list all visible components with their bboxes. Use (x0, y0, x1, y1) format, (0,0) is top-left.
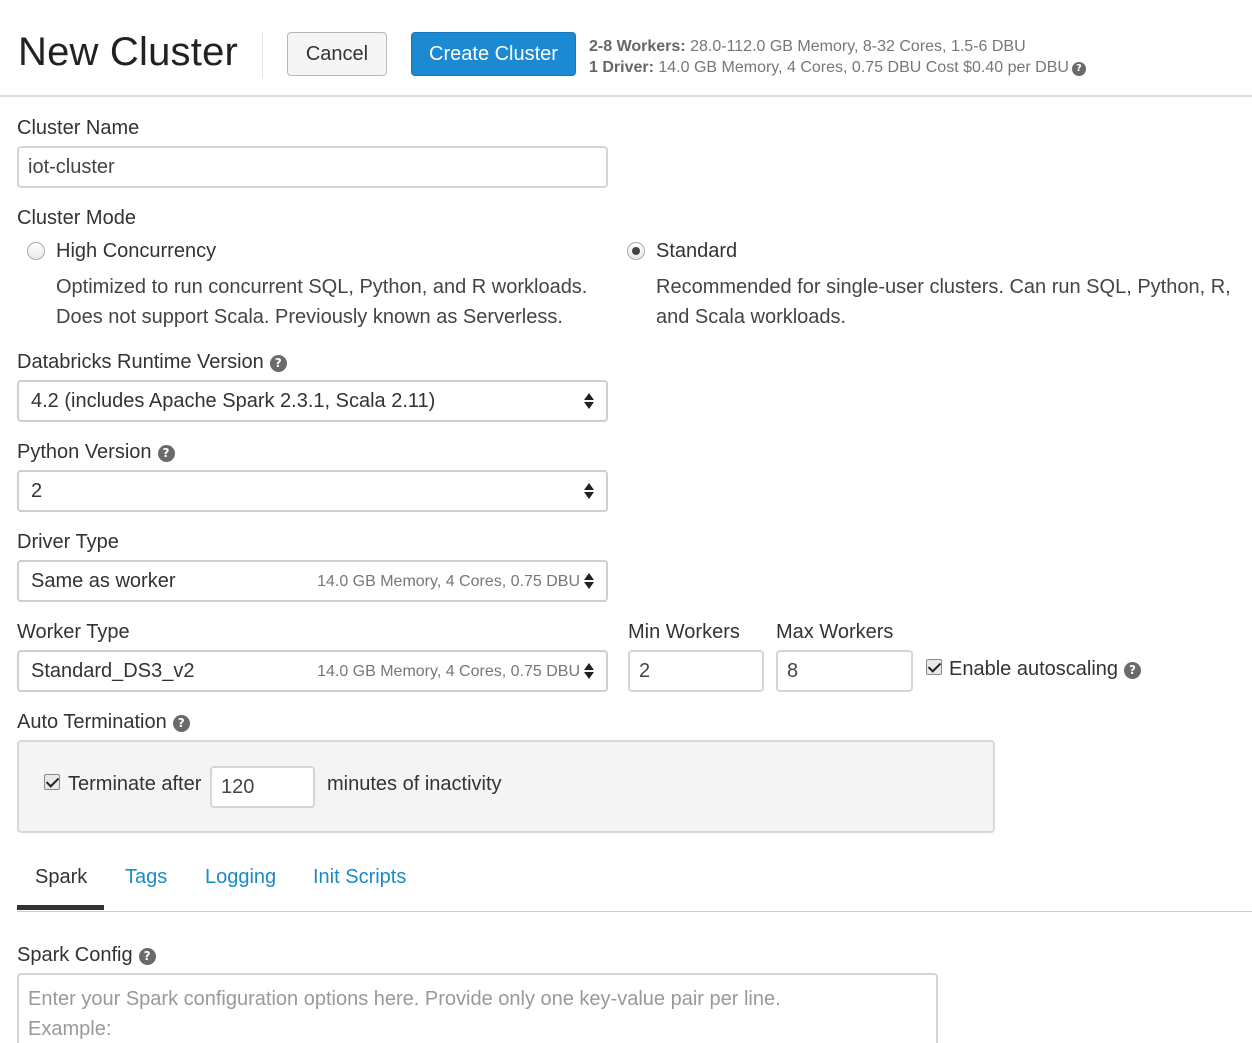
spark-config-placeholder-line1: Enter your Spark configuration options h… (28, 988, 781, 1010)
question-circle-icon[interactable]: ? (157, 445, 175, 462)
question-circle-icon[interactable]: ? (1124, 662, 1142, 679)
runtime-version-label-text: Databricks Runtime Version (17, 351, 264, 373)
spark-config-label: Spark Config? (17, 944, 156, 967)
workers-summary: 2-8 Workers: 28.0-112.0 GB Memory, 8-32 … (589, 36, 1086, 57)
minutes-of-inactivity-label: minutes of inactivity (327, 773, 502, 795)
enable-autoscaling-label-text[interactable]: Enable autoscaling (949, 658, 1118, 680)
page-header: New Cluster Cancel Create Cluster 2-8 Wo… (0, 0, 1252, 97)
driver-type-value: Same as worker (31, 569, 176, 592)
driver-summary-value: 14.0 GB Memory, 4 Cores, 0.75 DBU Cost $… (658, 59, 1069, 76)
tab-spark[interactable]: Spark (35, 866, 87, 889)
driver-summary: 1 Driver: 14.0 GB Memory, 4 Cores, 0.75 … (589, 57, 1086, 78)
high-concurrency-desc-line1: Optimized to run concurrent SQL, Python,… (56, 276, 588, 298)
spark-config-textarea[interactable]: Enter your Spark configuration options h… (17, 973, 938, 1043)
driver-summary-label: 1 Driver: (589, 59, 654, 76)
max-workers-input[interactable]: 8 (776, 650, 913, 692)
python-version-label-text: Python Version (17, 441, 152, 463)
cluster-name-input[interactable]: iot-cluster (17, 146, 608, 188)
driver-type-select[interactable]: Same as worker 14.0 GB Memory, 4 Cores, … (17, 560, 608, 602)
high-concurrency-desc-line2: Does not support Scala. Previously known… (56, 306, 563, 328)
page-title: New Cluster (18, 30, 239, 74)
tab-tags[interactable]: Tags (125, 866, 167, 889)
max-workers-label: Max Workers (776, 621, 894, 643)
min-workers-input[interactable]: 2 (628, 650, 764, 692)
standard-label[interactable]: Standard (656, 240, 737, 263)
runtime-version-value: 4.2 (includes Apache Spark 2.3.1, Scala … (31, 389, 436, 412)
question-circle-icon[interactable]: ? (1071, 62, 1086, 76)
python-version-select[interactable]: 2 (17, 470, 608, 512)
terminate-after-checkbox[interactable] (44, 774, 60, 790)
runtime-version-label: Databricks Runtime Version? (17, 351, 287, 374)
question-circle-icon[interactable]: ? (269, 355, 287, 372)
high-concurrency-label[interactable]: High Concurrency (56, 240, 216, 263)
high-concurrency-description: Optimized to run concurrent SQL, Python,… (56, 272, 587, 332)
enable-autoscaling-label: Enable autoscaling? (949, 658, 1142, 681)
worker-type-select[interactable]: Standard_DS3_v2 14.0 GB Memory, 4 Cores,… (17, 650, 608, 692)
worker-type-value: Standard_DS3_v2 (31, 659, 195, 682)
sort-arrows-icon (584, 571, 594, 591)
header-divider (262, 32, 263, 78)
sort-arrows-icon (584, 391, 594, 411)
worker-type-specs: 14.0 GB Memory, 4 Cores, 0.75 DBU (317, 663, 580, 680)
tab-init-scripts[interactable]: Init Scripts (313, 866, 406, 889)
spark-config-label-text: Spark Config (17, 944, 133, 966)
min-workers-label: Min Workers (628, 621, 740, 643)
tab-logging[interactable]: Logging (205, 866, 276, 889)
terminate-after-label[interactable]: Terminate after (68, 773, 201, 796)
runtime-version-select[interactable]: 4.2 (includes Apache Spark 2.3.1, Scala … (17, 380, 608, 422)
cluster-mode-label: Cluster Mode (17, 207, 136, 229)
worker-type-label: Worker Type (17, 621, 130, 643)
sort-arrows-icon (584, 481, 594, 501)
enable-autoscaling-checkbox[interactable] (926, 659, 942, 675)
cancel-button[interactable]: Cancel (287, 32, 387, 76)
cluster-name-label: Cluster Name (17, 117, 140, 139)
python-version-label: Python Version? (17, 441, 175, 464)
workers-summary-label: 2-8 Workers: (589, 38, 686, 55)
question-circle-icon[interactable]: ? (138, 948, 156, 965)
question-circle-icon[interactable]: ? (172, 715, 190, 732)
standard-desc-line1: Recommended for single-user clusters. Ca… (656, 276, 1231, 298)
workers-summary-value: 28.0-112.0 GB Memory, 8-32 Cores, 1.5-6 … (690, 38, 1026, 55)
terminate-minutes-input[interactable]: 120 (210, 766, 315, 808)
driver-type-label: Driver Type (17, 531, 119, 553)
standard-desc-line2: and Scala workloads. (656, 306, 847, 328)
active-tab-indicator (17, 905, 104, 910)
spark-config-placeholder-line2: Example: (28, 1018, 112, 1040)
cluster-cost-summary: 2-8 Workers: 28.0-112.0 GB Memory, 8-32 … (589, 36, 1086, 78)
python-version-value: 2 (31, 479, 43, 502)
high-concurrency-radio[interactable] (27, 242, 45, 260)
auto-termination-label-text: Auto Termination (17, 711, 167, 733)
auto-termination-label: Auto Termination? (17, 711, 190, 734)
create-cluster-button[interactable]: Create Cluster (411, 32, 576, 76)
sort-arrows-icon (584, 661, 594, 681)
standard-radio[interactable] (627, 242, 645, 260)
driver-type-specs: 14.0 GB Memory, 4 Cores, 0.75 DBU (317, 573, 580, 590)
tabs-divider (17, 911, 1252, 912)
standard-description: Recommended for single-user clusters. Ca… (656, 272, 1231, 332)
